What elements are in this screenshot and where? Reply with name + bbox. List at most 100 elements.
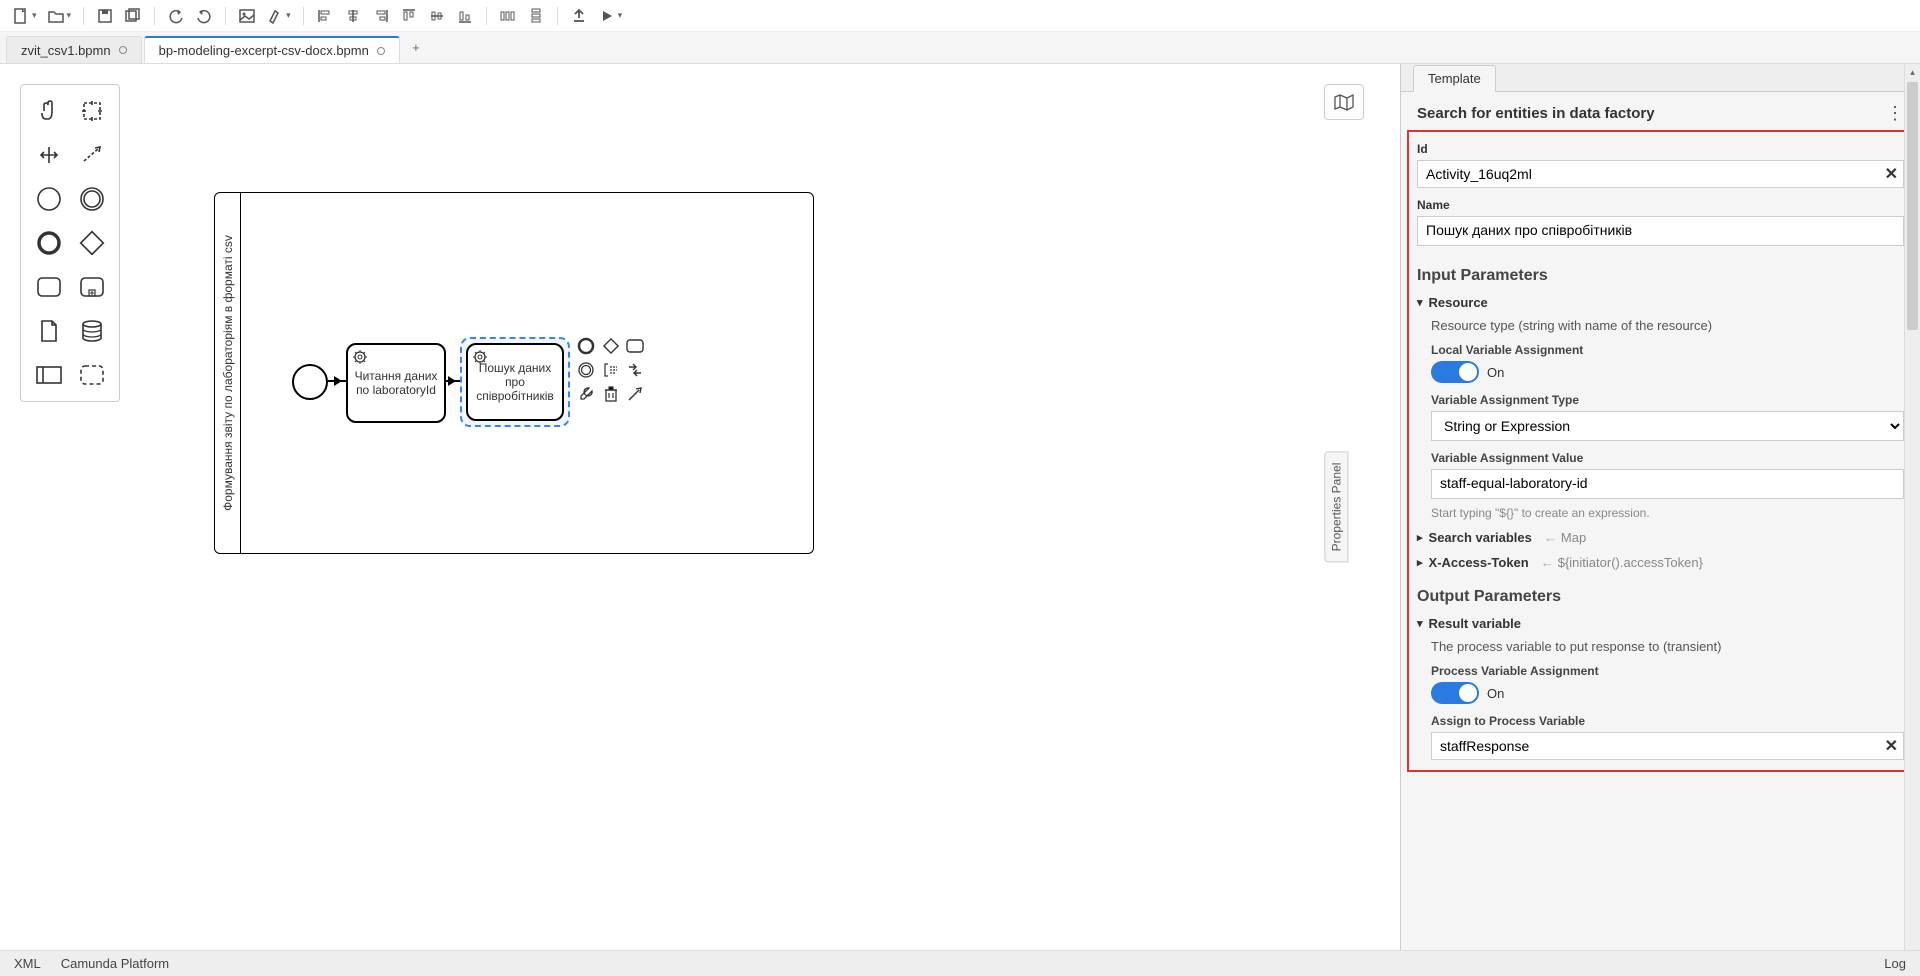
tab-label: zvit_csv1.bpmn	[21, 43, 111, 58]
resource-collapser[interactable]: ▾ Resource	[1417, 295, 1904, 310]
start-event-icon[interactable]	[27, 179, 70, 219]
intermediate-event-icon[interactable]	[70, 179, 113, 219]
search-vars-collapser[interactable]: ▸ Search variables ←Map	[1417, 530, 1904, 545]
result-var-collapser[interactable]: ▾ Result variable	[1417, 616, 1904, 631]
align-right-icon[interactable]	[368, 3, 394, 29]
service-task-2-selected[interactable]: Пошук даних про співробітників	[460, 337, 570, 427]
task-label: Читання даних по laboratoryId	[352, 369, 440, 397]
group-icon[interactable]	[70, 355, 113, 395]
redo-icon[interactable]	[191, 3, 217, 29]
pool-icon[interactable]	[27, 355, 70, 395]
pool-header[interactable]: Формування звіту по лабораторіям в форма…	[215, 193, 241, 553]
scroll-thumb[interactable]	[1907, 82, 1918, 330]
delete-icon[interactable]	[601, 384, 621, 404]
clear-apv-icon[interactable]: ✕	[1885, 736, 1898, 756]
save-icon[interactable]	[92, 3, 118, 29]
undo-icon[interactable]	[163, 3, 189, 29]
align-middle-icon[interactable]	[424, 3, 450, 29]
properties-panel-toggle[interactable]: Properties Panel	[1325, 452, 1349, 563]
start-event-node[interactable]	[292, 364, 328, 400]
run-icon[interactable]	[594, 3, 620, 29]
resource-title: Resource	[1429, 295, 1488, 310]
distribute-h-icon[interactable]	[495, 3, 521, 29]
tab-file-2[interactable]: bp-modeling-excerpt-csv-docx.bpmn	[144, 36, 400, 63]
lva-toggle[interactable]	[1431, 361, 1479, 383]
highlight-caret[interactable]: ▾	[286, 10, 291, 21]
lva-state: On	[1487, 365, 1504, 380]
props-scrollbar[interactable]: ▴	[1904, 64, 1920, 950]
task-label: Пошук даних про співробітників	[472, 361, 558, 403]
space-tool-icon[interactable]	[27, 135, 70, 175]
apv-label: Assign to Process Variable	[1431, 714, 1904, 728]
status-log[interactable]: Log	[1884, 956, 1906, 971]
x-token-collapser[interactable]: ▸ X-Access-Token ←${initiator().accessTo…	[1417, 555, 1904, 570]
append-task-icon[interactable]	[625, 336, 645, 356]
connect-tool-icon[interactable]	[70, 135, 113, 175]
name-input[interactable]: Пошук даних про співробітників	[1417, 216, 1904, 246]
tab-dirty-indicator	[119, 46, 127, 54]
vav-input[interactable]: staff-equal-laboratory-id	[1431, 469, 1904, 499]
tab-dirty-indicator	[377, 47, 385, 55]
sequence-flow-1[interactable]	[328, 380, 346, 382]
input-params-header: Input Parameters	[1417, 267, 1904, 285]
align-center-icon[interactable]	[340, 3, 366, 29]
canvas[interactable]: Стартова форма Формування звіту по лабор…	[0, 64, 1400, 950]
scroll-up-icon[interactable]: ▴	[1905, 64, 1920, 80]
wrench-icon[interactable]	[576, 384, 596, 404]
status-bar: XML Camunda Platform Log	[0, 950, 1920, 976]
open-file-caret[interactable]: ▾	[67, 10, 72, 21]
chevron-right-icon: ▸	[1417, 556, 1423, 569]
tab-add-button[interactable]: +	[402, 32, 430, 63]
sequence-flow-2[interactable]	[446, 380, 460, 382]
id-label: Id	[1417, 142, 1904, 156]
pva-state: On	[1487, 686, 1504, 701]
open-file-icon[interactable]	[43, 3, 69, 29]
status-xml[interactable]: XML	[14, 956, 41, 971]
service-task-1[interactable]: Читання даних по laboratoryId	[346, 343, 446, 423]
props-tabs: Template	[1401, 64, 1920, 92]
name-label: Name	[1417, 198, 1904, 212]
output-params-header: Output Parameters	[1417, 588, 1904, 606]
hand-tool-icon[interactable]	[27, 91, 70, 131]
lasso-tool-icon[interactable]	[70, 91, 113, 131]
run-caret[interactable]: ▾	[618, 10, 623, 21]
align-bottom-icon[interactable]	[452, 3, 478, 29]
gateway-icon[interactable]	[70, 223, 113, 263]
save-all-icon[interactable]	[120, 3, 146, 29]
connect-icon[interactable]	[625, 384, 645, 404]
vav-hint: Start typing "${}" to create an expressi…	[1431, 506, 1904, 520]
change-type-icon[interactable]	[625, 360, 645, 380]
props-menu-icon[interactable]: ⋮	[1886, 104, 1904, 122]
vat-select[interactable]: String or Expression	[1431, 411, 1904, 441]
id-input[interactable]	[1417, 160, 1904, 188]
image-icon[interactable]	[234, 3, 260, 29]
apv-input[interactable]	[1431, 732, 1904, 760]
props-tab-template[interactable]: Template	[1413, 65, 1496, 92]
data-store-icon[interactable]	[70, 311, 113, 351]
align-left-icon[interactable]	[312, 3, 338, 29]
pva-label: Process Variable Assignment	[1431, 664, 1904, 678]
end-event-icon[interactable]	[27, 223, 70, 263]
props-title: Search for entities in data factory	[1417, 105, 1655, 122]
minimap-toggle[interactable]	[1324, 84, 1364, 120]
tab-file-1[interactable]: zvit_csv1.bpmn	[6, 36, 142, 63]
highlight-icon[interactable]	[262, 3, 288, 29]
distribute-v-icon[interactable]	[523, 3, 549, 29]
align-top-icon[interactable]	[396, 3, 422, 29]
annotation-icon[interactable]	[601, 360, 621, 380]
properties-panel: Template Search for entities in data fac…	[1400, 64, 1920, 950]
clear-id-icon[interactable]: ✕	[1885, 164, 1898, 184]
result-var-title: Result variable	[1429, 616, 1522, 631]
data-object-icon[interactable]	[27, 311, 70, 351]
append-gateway-icon[interactable]	[601, 336, 621, 356]
append-end-event-icon[interactable]	[576, 336, 596, 356]
new-file-icon[interactable]	[8, 3, 34, 29]
search-vars-title: Search variables	[1429, 530, 1532, 545]
subprocess-icon[interactable]	[70, 267, 113, 307]
status-platform[interactable]: Camunda Platform	[61, 956, 169, 971]
pva-toggle[interactable]	[1431, 682, 1479, 704]
task-icon[interactable]	[27, 267, 70, 307]
append-intermediate-icon[interactable]	[576, 360, 596, 380]
new-file-caret[interactable]: ▾	[32, 10, 37, 21]
deploy-icon[interactable]	[566, 3, 592, 29]
